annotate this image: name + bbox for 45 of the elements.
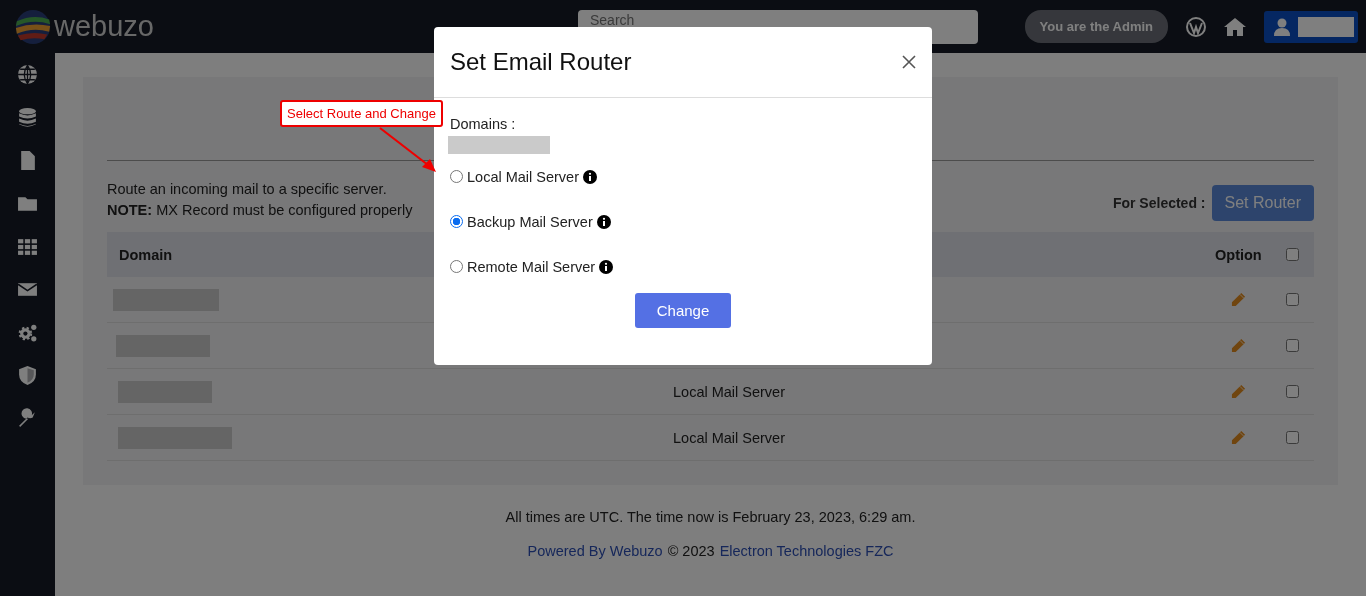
note-text: NOTE: MX Record must be configured properly	[107, 201, 413, 220]
row-checkbox[interactable]	[1286, 431, 1299, 444]
logo-globe-icon[interactable]	[14, 7, 52, 46]
route-radio[interactable]	[450, 260, 463, 273]
select-all-checkbox[interactable]	[1286, 248, 1299, 261]
description-text: Route an incoming mail to a specific server.	[107, 180, 388, 199]
annotation-arrow	[378, 127, 438, 173]
close-icon[interactable]	[902, 55, 916, 69]
copyright-text: © 2023	[667, 543, 715, 559]
table-cell-text: Local Mail Server	[672, 383, 785, 400]
radio-label[interactable]: Backup Mail Server	[467, 213, 593, 230]
column-header: Option	[1214, 246, 1263, 263]
user-icon	[1274, 17, 1290, 36]
time-note: All times are UTC. The time now is February 23, 2023, 6:29 am.	[504, 509, 917, 525]
admin-badge: You are the Admin	[1024, 10, 1168, 43]
change-button[interactable]: Change	[635, 293, 731, 328]
redacted-block	[1298, 16, 1354, 37]
route-radio[interactable]	[450, 215, 463, 228]
for-selected-label: For Selected :	[1112, 195, 1206, 211]
database-icon[interactable]	[17, 107, 38, 128]
info-icon[interactable]	[599, 259, 614, 274]
wordpress-icon[interactable]	[1186, 16, 1206, 37]
route-radio[interactable]	[450, 170, 463, 183]
info-icon[interactable]	[583, 169, 597, 184]
set-router-button[interactable]: Set Router	[1211, 185, 1314, 221]
column-header: Domain	[118, 246, 174, 263]
shield-icon[interactable]	[17, 365, 38, 386]
row-checkbox[interactable]	[1286, 339, 1299, 352]
row-checkbox[interactable]	[1286, 293, 1299, 306]
row-checkbox[interactable]	[1286, 385, 1299, 398]
radio-label[interactable]: Remote Mail Server	[467, 258, 596, 275]
logo-text[interactable]: webuzo	[54, 10, 154, 43]
powered-by-link[interactable]: Powered By Webuzo	[527, 543, 663, 559]
annotation-callout: Select Route and Change	[280, 100, 443, 127]
grid-icon[interactable]	[17, 236, 38, 257]
gears-icon[interactable]	[17, 322, 38, 343]
domains-label: Domains :	[450, 116, 517, 132]
company-link[interactable]: Electron Technologies FZC	[719, 543, 894, 559]
globe-icon[interactable]	[17, 64, 38, 85]
home-icon[interactable]	[1224, 16, 1246, 37]
table-cell-text: Local Mail Server	[672, 429, 785, 446]
modal-title: Set Email Router	[450, 48, 632, 76]
radio-label[interactable]: Local Mail Server	[467, 168, 579, 185]
info-icon[interactable]	[596, 214, 611, 229]
user-menu-button[interactable]	[1264, 10, 1358, 43]
